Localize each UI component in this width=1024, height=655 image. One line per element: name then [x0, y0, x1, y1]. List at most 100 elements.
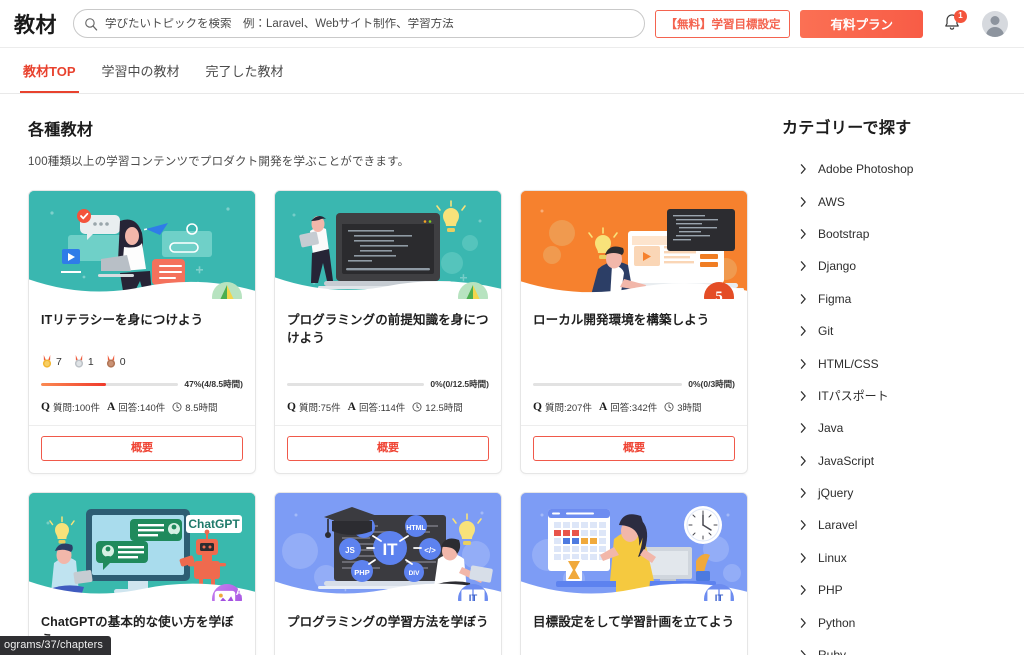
card-title: ITリテラシーを身につけよう [41, 313, 204, 327]
it-badge: IT [458, 584, 488, 602]
shoshinsha-badge [458, 282, 488, 299]
sidebar-item-bootstrap[interactable]: Bootstrap [782, 218, 1024, 250]
material-card[interactable]: IT 目標設定をして学習計画を立てよう 0%(0/6時間) [520, 492, 748, 655]
sidebar-item-label: jQuery [818, 486, 854, 501]
paid-plan-button[interactable]: 有料プラン [800, 9, 923, 38]
sidebar-item-label: Git [818, 324, 834, 339]
card-thumbnail: 5 [521, 191, 747, 299]
sidebar-item-javascript[interactable]: JavaScript [782, 445, 1024, 477]
notification-bell[interactable]: 1 [941, 9, 967, 36]
tab-completed[interactable]: 完了した教材 [195, 48, 295, 93]
questions-count: 質問:100件 [52, 403, 100, 414]
chevron-right-icon [800, 488, 806, 498]
sidebar-item-label: Linux [818, 550, 847, 565]
sidebar-item-laravel[interactable]: Laravel [782, 509, 1024, 541]
clock-icon [172, 402, 182, 412]
sidebar-item-label: ITパスポート [818, 389, 889, 404]
card-thumbnail [275, 191, 501, 299]
sidebar-item-label: Bootstrap [818, 226, 870, 241]
card-thumbnail: IT C++ HTML JS </> PHP DIV [275, 493, 501, 602]
sidebar-item-aws[interactable]: AWS [782, 185, 1024, 217]
sidebar-item-python[interactable]: Python [782, 606, 1024, 638]
sidebar-item-java[interactable]: Java [782, 412, 1024, 444]
material-card[interactable]: 5 ローカル開発環境を構築しよう 0%(0/3時間) Q 質問:207件 A 回… [520, 190, 748, 475]
card-meta: Q 質問:100件 A 回答:140件 8.5時間 [41, 400, 243, 425]
sidebar-item-django[interactable]: Django [782, 250, 1024, 282]
questions-meta: Q 質問:75件 [287, 400, 341, 414]
page-title: 各種教材 [28, 122, 94, 139]
card-progress: 0%(0/12.5時間) [287, 378, 489, 390]
questions-count: 質問:75件 [298, 403, 341, 415]
sidebar-item-php[interactable]: PHP [782, 574, 1024, 606]
ai-image-badge: AI [212, 584, 242, 602]
duration-meta: 8.5時間 [172, 400, 217, 414]
gold-medal-icon [42, 355, 52, 368]
svg-text:ChatGPT: ChatGPT [188, 517, 240, 531]
primary-tabs: 教材TOP 学習中の教材 完了した教材 [0, 48, 1024, 94]
sidebar-item-label: AWS [818, 194, 845, 209]
svg-text:DIV: DIV [409, 570, 421, 577]
shoshinsha-icon [466, 285, 480, 299]
question-letter: Q [287, 401, 296, 414]
it-book-icon: IT [461, 589, 485, 602]
page-subtitle: 100種類以上の学習コンテンツでプロダクト開発を学ぶことができます。 [28, 156, 410, 168]
tab-materials-top[interactable]: 教材TOP [12, 48, 87, 93]
progress-label: 47%(4/8.5時間) [184, 379, 243, 389]
shoshinsha-icon [220, 285, 234, 299]
answers-count: 回答:342件 [610, 403, 658, 414]
category-sidebar: カテゴリーで探す Adobe Photoshop AWS Bootstrap D… [760, 94, 1024, 655]
it-book-icon: IT [707, 589, 731, 602]
sidebar-item-jquery[interactable]: jQuery [782, 477, 1024, 509]
search-input[interactable] [105, 17, 633, 30]
tab-in-progress[interactable]: 学習中の教材 [91, 48, 191, 93]
category-list: Adobe Photoshop AWS Bootstrap Django Fig… [782, 153, 1024, 655]
sidebar-item-ruby[interactable]: Ruby [782, 639, 1024, 655]
progress-bar [533, 382, 683, 386]
ai-image-icon: AI [214, 587, 242, 602]
material-card[interactable]: ITリテラシーを身につけよう 7 1 0 47%(4/8.5時間) Q 質問:1… [28, 190, 256, 475]
material-card[interactable]: プログラミングの前提知識を身につけよう 0%(0/12.5時間) Q 質問:75… [274, 190, 502, 475]
card-progress: 47%(4/8.5時間) [41, 378, 243, 390]
goal-setting-button[interactable]: 【無料】学習目標設定 [655, 9, 791, 38]
chevron-right-icon [800, 196, 806, 207]
chevron-right-icon [800, 229, 806, 239]
sidebar-item-linux[interactable]: Linux [782, 542, 1024, 574]
svg-text:HTML: HTML [406, 525, 426, 532]
silver-medal-icon [74, 355, 83, 368]
notification-count: 1 [954, 9, 967, 23]
bronze-medal-count: 0 [119, 355, 126, 368]
material-card[interactable]: IT C++ HTML JS </> PHP DIV [274, 492, 502, 655]
overview-button[interactable]: 概要 [533, 436, 735, 461]
card-title: プログラミングの学習方法を学ぼう [287, 615, 489, 630]
sidebar-item-html-css[interactable]: HTML/CSS [782, 347, 1024, 379]
question-letter: Q [41, 401, 50, 413]
svg-text:IT: IT [382, 540, 398, 559]
card-body: プログラミングの前提知識を身につけよう 0%(0/12.5時間) Q 質問:75… [275, 299, 501, 425]
brand-logo[interactable]: 教材 [14, 9, 57, 39]
overview-button[interactable]: 概要 [41, 436, 243, 461]
sidebar-item-git[interactable]: Git [782, 315, 1024, 347]
search-icon [85, 17, 98, 31]
overview-button[interactable]: 概要 [287, 436, 489, 462]
sidebar-item-figma[interactable]: Figma [782, 283, 1024, 315]
avatar[interactable] [982, 10, 1008, 37]
sidebar-item-it-passport[interactable]: ITパスポート [782, 380, 1024, 412]
chevron-right-icon [800, 617, 806, 628]
clock-icon [664, 402, 674, 412]
search-box[interactable] [73, 9, 646, 38]
answers-count: 回答:140件 [118, 403, 166, 414]
questions-meta: Q 質問:207件 [533, 400, 592, 414]
sidebar-item-label: HTML/CSS [818, 356, 879, 371]
chevron-right-icon [800, 520, 806, 531]
questions-meta: Q 質問:100件 [41, 400, 100, 414]
card-body: プログラミングの学習方法を学ぼう 0%(0/5時間) [275, 601, 501, 655]
chevron-right-icon [800, 326, 806, 336]
chevron-right-icon [800, 164, 806, 174]
card-footer: 概要 [275, 425, 501, 473]
chevron-right-icon [800, 455, 806, 466]
sidebar-item-adobe-photoshop[interactable]: Adobe Photoshop [782, 153, 1024, 185]
card-medals: 7 1 0 [41, 354, 243, 369]
material-card[interactable]: ChatGPT A ChatGPTの基本的な使い方を学ぼ [28, 492, 256, 655]
chevron-right-icon [800, 585, 806, 596]
sidebar-item-label: JavaScript [818, 453, 875, 468]
